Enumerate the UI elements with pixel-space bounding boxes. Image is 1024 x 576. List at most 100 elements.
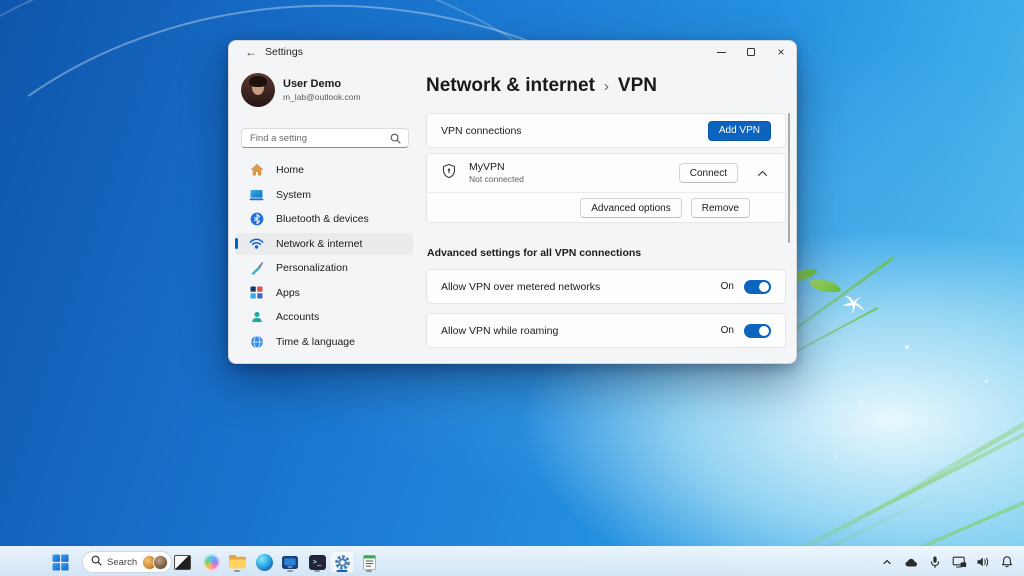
volume-icon[interactable] xyxy=(974,551,992,573)
sidebar-item-bluetooth-devices[interactable]: Bluetooth & devices xyxy=(235,208,413,230)
back-button[interactable]: ← xyxy=(239,41,263,63)
metered-networks-state: On xyxy=(721,281,734,292)
vpn-status: Not connected xyxy=(469,174,524,185)
running-indicator-active xyxy=(337,570,348,573)
vpn-name: MyVPN xyxy=(469,161,524,175)
content-scrollbar[interactable] xyxy=(788,113,791,243)
sidebar-item-label: Time & language xyxy=(276,336,355,348)
wallpaper-sparkle xyxy=(835,455,838,458)
remove-button[interactable]: Remove xyxy=(691,198,750,218)
settings-content: Network & internet › VPN VPN connections… xyxy=(426,63,798,363)
personalization-icon xyxy=(249,261,264,276)
sidebar-item-label: Personalization xyxy=(276,262,348,274)
user-avatar xyxy=(241,73,275,107)
wallpaper-leaf xyxy=(809,276,841,297)
wallpaper-bird xyxy=(842,295,866,320)
wallpaper-sparkle xyxy=(940,430,943,433)
pc-app-icon[interactable] xyxy=(278,551,302,573)
taskbar-search-label: Search xyxy=(107,557,142,568)
sidebar-item-label: Apps xyxy=(276,287,300,299)
wallpaper-grass xyxy=(792,305,1024,559)
advanced-options-button[interactable]: Advanced options xyxy=(580,198,682,218)
metered-networks-label: Allow VPN over metered networks xyxy=(441,281,600,293)
sidebar-item-system[interactable]: System xyxy=(235,184,413,206)
settings-window: ← Settings × User Demo m_lab@outlook.com xyxy=(228,40,797,364)
collapse-chevron-up-icon[interactable] xyxy=(751,163,773,183)
sidebar-item-network-internet[interactable]: Network & internet xyxy=(235,233,413,255)
sidebar-item-label: Accounts xyxy=(276,311,319,323)
taskview-icon[interactable] xyxy=(170,551,194,573)
connect-button[interactable]: Connect xyxy=(679,163,738,183)
window-title: Settings xyxy=(265,41,303,63)
sidebar-item-accounts[interactable]: Accounts xyxy=(235,306,413,328)
sidebar-nav: Home System Bluetooth & devices xyxy=(235,159,413,355)
sidebar-item-time-language[interactable]: Time & language xyxy=(235,331,413,353)
sidebar-item-label: Network & internet xyxy=(276,238,362,250)
taskbar-search[interactable]: Search xyxy=(82,551,172,573)
network-display-icon[interactable] xyxy=(950,551,968,573)
metered-networks-card: Allow VPN over metered networks On xyxy=(426,269,786,304)
wallpaper-sparkle xyxy=(985,380,988,383)
microphone-icon[interactable] xyxy=(926,551,944,573)
add-vpn-button[interactable]: Add VPN xyxy=(708,121,771,141)
start-button[interactable] xyxy=(49,552,71,572)
sidebar-item-label: Home xyxy=(276,164,304,176)
vpn-connections-card: VPN connections Add VPN xyxy=(426,113,786,148)
roaming-state: On xyxy=(721,325,734,336)
hidden-icons-chevron-icon[interactable] xyxy=(878,551,896,573)
network-icon xyxy=(249,236,264,251)
wallpaper-grass xyxy=(673,329,1024,576)
maximize-button[interactable] xyxy=(736,41,766,63)
edge-icon[interactable] xyxy=(252,551,276,573)
sidebar-item-home[interactable]: Home xyxy=(235,159,413,181)
copilot-icon[interactable] xyxy=(199,551,223,573)
windows-logo-icon xyxy=(52,554,69,571)
file-explorer-icon[interactable] xyxy=(225,551,249,573)
running-indicator xyxy=(314,570,320,573)
running-indicator xyxy=(366,570,372,573)
wallpaper-sparkle xyxy=(905,345,909,349)
roaming-label: Allow VPN while roaming xyxy=(441,325,558,337)
search-highlight-image xyxy=(153,555,168,570)
taskbar: Search >_ xyxy=(0,546,1024,576)
running-indicator xyxy=(287,570,293,573)
terminal-icon[interactable]: >_ xyxy=(305,551,329,573)
roaming-card: Allow VPN while roaming On xyxy=(426,313,786,348)
sidebar-item-label: Bluetooth & devices xyxy=(276,213,369,225)
system-icon xyxy=(249,187,264,202)
vpn-shield-icon xyxy=(441,163,457,184)
advanced-settings-header: Advanced settings for all VPN connection… xyxy=(427,247,641,259)
onedrive-cloud-icon[interactable] xyxy=(902,551,920,573)
search-icon xyxy=(390,133,401,144)
breadcrumb-network-internet[interactable]: Network & internet xyxy=(426,75,595,97)
breadcrumb: Network & internet › VPN xyxy=(426,75,657,97)
maximize-icon xyxy=(747,48,755,56)
search-icon xyxy=(91,553,102,571)
settings-search-input[interactable] xyxy=(242,133,390,144)
home-icon xyxy=(249,163,264,178)
user-name: User Demo xyxy=(283,78,361,92)
titlebar: ← Settings × xyxy=(229,41,796,63)
sidebar: User Demo m_lab@outlook.com Home xyxy=(229,63,419,363)
desktop: ← Settings × User Demo m_lab@outlook.com xyxy=(0,0,1024,576)
user-account[interactable]: User Demo m_lab@outlook.com xyxy=(241,71,411,109)
accounts-icon xyxy=(249,310,264,325)
system-tray xyxy=(878,547,1016,576)
roaming-toggle[interactable] xyxy=(744,324,771,338)
bluetooth-icon xyxy=(249,212,264,227)
user-email: m_lab@outlook.com xyxy=(283,92,361,103)
wallpaper-sparkle xyxy=(860,400,863,403)
notepad-app-icon[interactable] xyxy=(357,551,381,573)
close-button[interactable]: × xyxy=(766,41,796,63)
metered-networks-toggle[interactable] xyxy=(744,280,771,294)
notifications-bell-icon[interactable] xyxy=(998,551,1016,573)
breadcrumb-separator-icon: › xyxy=(604,78,609,95)
sidebar-item-apps[interactable]: Apps xyxy=(235,282,413,304)
time-language-icon xyxy=(249,334,264,349)
minimize-icon xyxy=(717,52,726,53)
minimize-button[interactable] xyxy=(706,41,736,63)
sidebar-item-personalization[interactable]: Personalization xyxy=(235,257,413,279)
settings-app-icon[interactable] xyxy=(330,551,354,573)
vpn-entry-card: MyVPN Not connected Connect Advanced opt… xyxy=(426,153,786,223)
apps-icon xyxy=(249,285,264,300)
